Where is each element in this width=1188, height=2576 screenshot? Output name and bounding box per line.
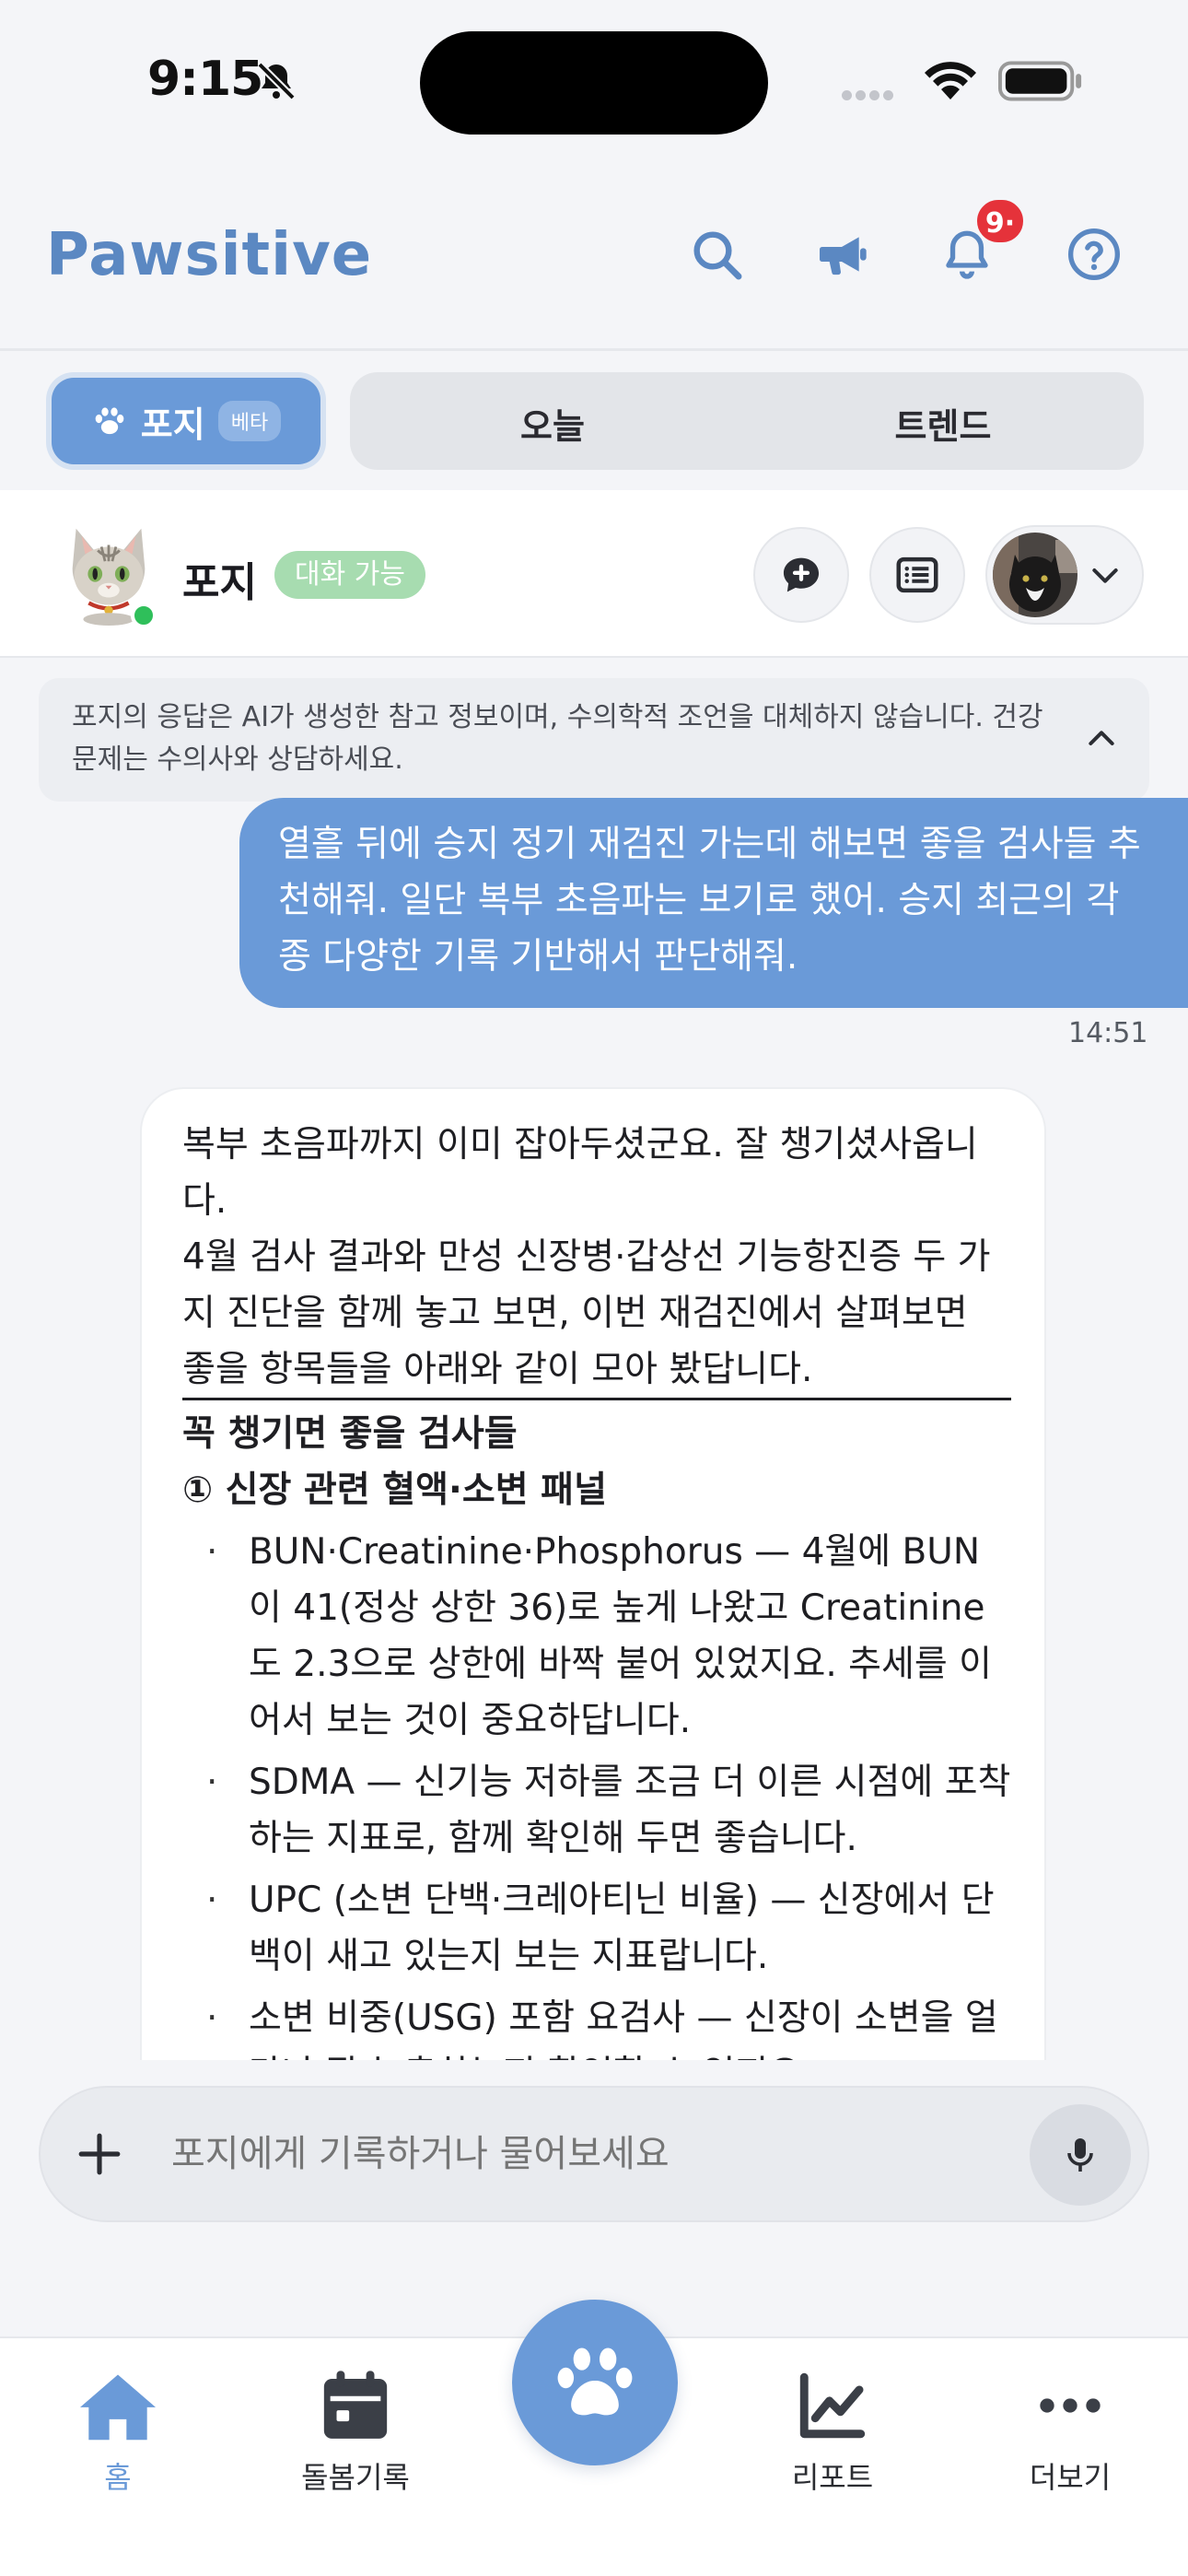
- status-time: 9:15: [147, 52, 263, 107]
- list-item: UPC (소변 단백·크레아티닌 비율) — 신장에서 단백이 새고 있는지 보…: [182, 1872, 1011, 1985]
- megaphone-icon[interactable]: [812, 225, 871, 284]
- calendar-icon: [323, 2371, 388, 2439]
- more-dots-icon: [1040, 2398, 1101, 2413]
- tab-trend[interactable]: 트렌드: [851, 398, 1035, 449]
- nav-home-label: 홈: [104, 2460, 132, 2495]
- new-chat-button[interactable]: [753, 527, 849, 623]
- nav-more[interactable]: 더보기: [978, 2368, 1162, 2497]
- list-icon: [896, 556, 938, 593]
- chevron-down-icon: [1092, 568, 1118, 583]
- pet-avatar[interactable]: [993, 533, 1077, 617]
- beta-badge: 베타: [217, 401, 282, 441]
- chat-history-button[interactable]: [869, 527, 965, 623]
- poji-fab-button[interactable]: [512, 2300, 678, 2465]
- list-item: BUN·Creatinine·Phosphorus — 4월에 BUN이 41(…: [182, 1524, 1011, 1749]
- cellular-signal-icon: [842, 87, 897, 104]
- home-icon: [80, 2374, 156, 2441]
- tab-today[interactable]: 오늘: [460, 398, 645, 449]
- nav-more-label: 더보기: [1029, 2460, 1112, 2495]
- divider: [182, 1398, 1011, 1400]
- message-input[interactable]: [171, 2128, 1000, 2180]
- notification-badge: 9·: [974, 197, 1026, 245]
- nav-report-label: 리포트: [791, 2460, 874, 2495]
- online-status-dot: [131, 603, 157, 628]
- test-list: BUN·Creatinine·Phosphorus — 4월에 BUN이 41(…: [182, 1524, 1011, 2062]
- list-item: SDMA — 신기능 저하를 조금 더 이른 시점에 포착하는 지표로, 함께 …: [182, 1754, 1011, 1867]
- paw-icon: [95, 407, 124, 435]
- search-icon[interactable]: [687, 225, 746, 284]
- paw-icon: [557, 2348, 633, 2416]
- silent-mode-icon: [257, 62, 296, 100]
- list-item: 소변 비중(USG) 포함 요검사 — 신장이 소변을 얼마나 잘 농축하는지 …: [182, 1990, 1011, 2062]
- dynamic-island: [420, 31, 768, 135]
- user-message-text: 열흘 뒤에 승지 정기 재검진 가는데 해보면 좋을 검사들 추천해줘. 일단 …: [278, 824, 1141, 978]
- header-divider: [0, 348, 1188, 351]
- bot-heading: 꼭 챙기면 좋을 검사들: [182, 1413, 518, 1455]
- help-icon[interactable]: [1065, 225, 1124, 284]
- disclaimer-text: 포지의 응답은 AI가 생성한 참고 정보이며, 수의학적 조언을 대체하지 않…: [72, 701, 1043, 776]
- user-message-bubble: 열흘 뒤에 승지 정기 재검진 가는데 해보면 좋을 검사들 추천해줘. 일단 …: [239, 798, 1188, 1008]
- microphone-icon: [1067, 2138, 1093, 2172]
- attach-plus-icon[interactable]: [74, 2128, 125, 2180]
- app-logo: Pawsitive: [46, 221, 373, 289]
- battery-icon: [998, 61, 1082, 101]
- message-timestamp: 14:51: [1068, 1017, 1148, 1049]
- availability-badge: 대화 가능: [274, 551, 425, 599]
- nav-care-log[interactable]: 돌봄기록: [263, 2368, 448, 2497]
- nav-home[interactable]: 홈: [26, 2368, 210, 2497]
- voice-input-button[interactable]: [1030, 2104, 1131, 2206]
- chat-plus-icon: [783, 557, 820, 592]
- wifi-icon: [925, 62, 976, 100]
- nav-care-log-label: 돌봄기록: [301, 2460, 410, 2495]
- bot-message-bubble: 복부 초음파까지 이미 잡아두셨군요. 잘 챙기셨사옵니다. 4월 검사 결과와…: [140, 1087, 1046, 2064]
- collapse-chevron-icon[interactable]: [1083, 720, 1120, 757]
- tab-poji[interactable]: 포지 베타: [46, 372, 326, 470]
- bot-name: 포지: [182, 559, 257, 606]
- bot-paragraph: 4월 검사 결과와 만성 신장병·갑상선 기능항진증 두 가지 진단을 함께 놓…: [182, 1236, 991, 1390]
- tab-poji-label: 포지: [140, 404, 205, 445]
- bot-subheading: ① 신장 관련 혈액·소변 패널: [182, 1469, 607, 1511]
- bot-intro: 복부 초음파까지 이미 잡아두셨군요. 잘 챙기셨사옵니다.: [182, 1124, 978, 1222]
- chart-line-icon: [799, 2372, 866, 2439]
- nav-report[interactable]: 리포트: [740, 2368, 925, 2497]
